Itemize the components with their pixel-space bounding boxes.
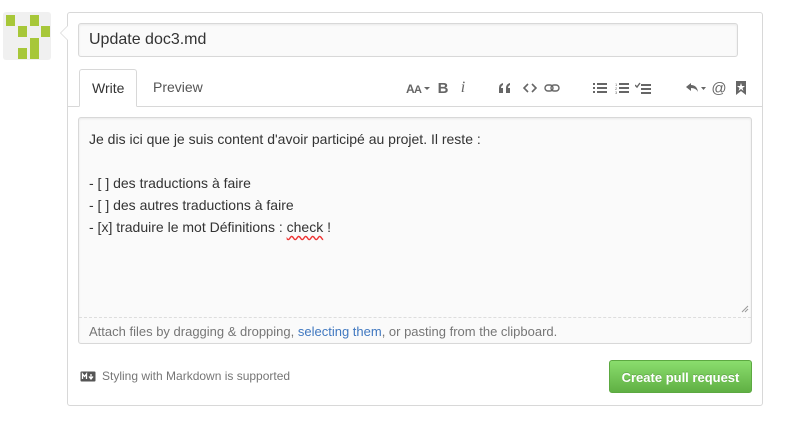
mention-glyph: @ [711, 79, 727, 97]
editor-text[interactable]: Je dis ici que je suis content d'avoir p… [89, 128, 739, 238]
text-size-icon[interactable]: AA [406, 80, 432, 96]
avatar[interactable] [3, 12, 51, 60]
italic-icon[interactable]: i [458, 79, 468, 96]
editor-line-text: - [x] traduire le mot Définitions : [89, 219, 287, 235]
markdown-help[interactable]: Styling with Markdown is supported [80, 369, 290, 383]
create-pull-request-button[interactable]: Create pull request [609, 360, 752, 393]
comment-editor[interactable]: Je dis ici que je suis content d'avoir p… [78, 117, 752, 344]
resize-handle-icon[interactable] [741, 305, 749, 313]
svg-text:3: 3 [615, 90, 618, 95]
pull-request-form: Write Preview AA B i 123 [60, 12, 763, 406]
markdown-help-text: Styling with Markdown is supported [102, 369, 291, 383]
select-files-link[interactable]: selecting them [298, 324, 382, 339]
bold-icon[interactable]: B [437, 79, 449, 97]
tab-preview[interactable]: Preview [141, 69, 215, 106]
task-list-icon[interactable] [635, 80, 651, 96]
bold-glyph: B [437, 79, 449, 97]
ordered-list-icon[interactable]: 123 [615, 80, 629, 96]
saved-reply-icon[interactable] [735, 80, 747, 96]
tab-write[interactable]: Write [79, 69, 138, 107]
attach-text: Attach files by dragging & dropping, [89, 324, 298, 339]
editor-line: Je dis ici que je suis content d'avoir p… [89, 131, 481, 147]
quote-icon[interactable] [498, 80, 512, 96]
editor-line: - [ ] des autres traductions à faire [89, 197, 294, 213]
link-icon[interactable] [544, 80, 560, 96]
editor-tabbar: Write Preview AA B i 123 @ [68, 69, 762, 107]
editor-line: - [x] traduire le mot Définitions : chec… [89, 216, 739, 238]
svg-text:A: A [414, 84, 422, 95]
reply-icon[interactable] [685, 80, 707, 96]
unordered-list-icon[interactable] [593, 80, 607, 96]
editor-line-text: ! [323, 219, 331, 235]
attach-text: , or pasting from the clipboard. [381, 324, 558, 339]
mention-icon[interactable]: @ [711, 79, 727, 97]
title-input[interactable] [78, 23, 738, 57]
attach-files-bar[interactable]: Attach files by dragging & dropping, sel… [79, 317, 751, 344]
editor-line: - [ ] des traductions à faire [89, 175, 251, 191]
markdown-icon [80, 371, 96, 381]
misspelled-word: check [286, 219, 324, 235]
code-icon[interactable] [523, 80, 537, 96]
italic-glyph: i [460, 79, 466, 96]
